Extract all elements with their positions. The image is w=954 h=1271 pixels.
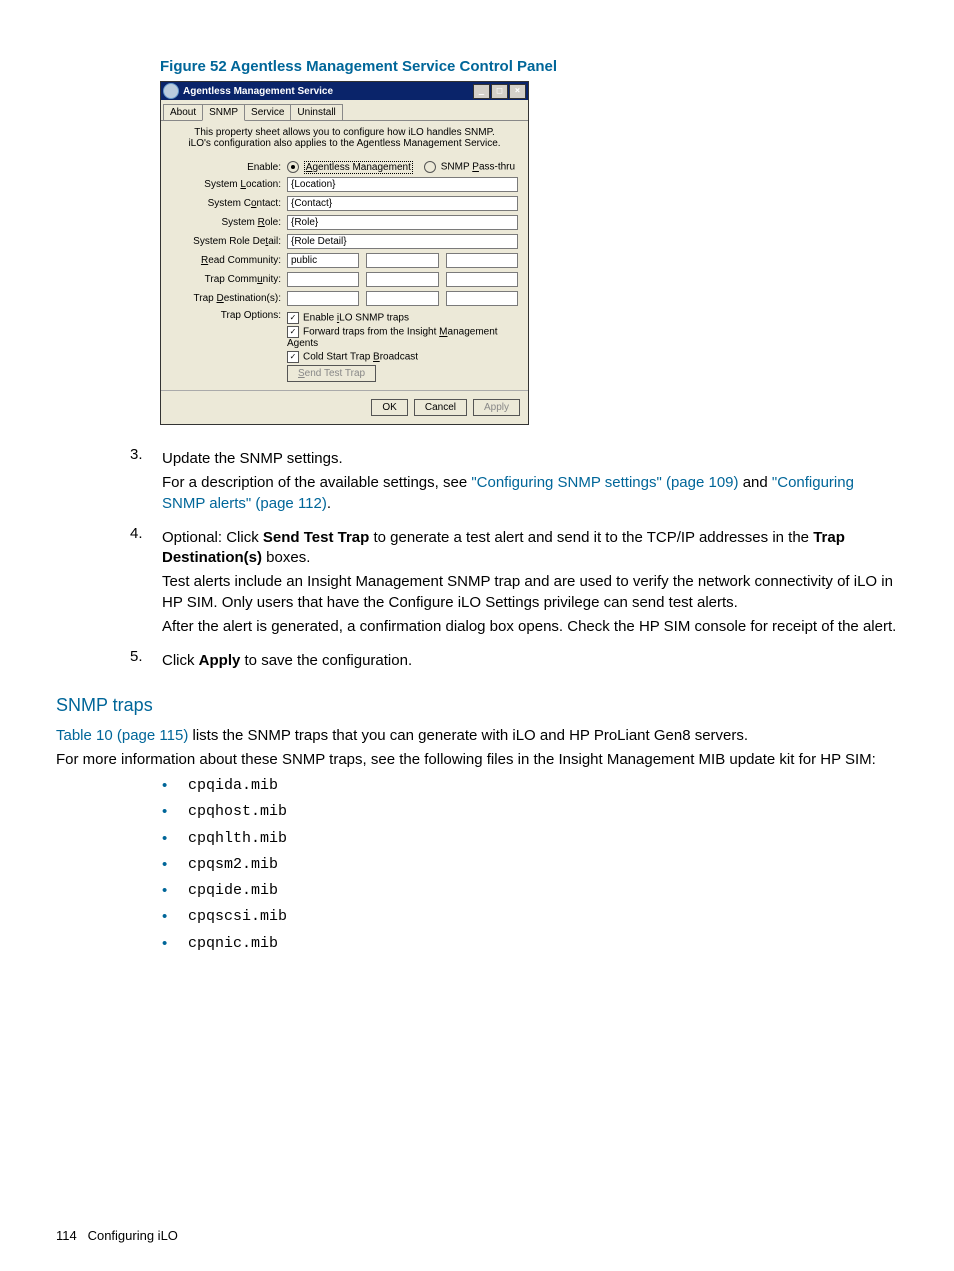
dialog-desc2: iLO's configuration also applies to the … — [171, 138, 518, 149]
step-4-p3: After the alert is generated, a confirma… — [162, 617, 898, 637]
ams-dialog: Agentless Management Service _ □ × About… — [160, 81, 529, 425]
ok-button[interactable]: OK — [371, 399, 407, 416]
tab-snmp[interactable]: SNMP — [202, 104, 245, 121]
radio-passthru-label: SNMP Pass-thru — [441, 162, 515, 173]
step-5-num: 5. — [130, 647, 162, 675]
section-p2: For more information about these SNMP tr… — [56, 750, 898, 770]
step-3-line1: Update the SNMP settings. — [162, 449, 898, 469]
radio-agentless-label: Agentless Management — [304, 161, 413, 174]
trap-community-input-2[interactable] — [366, 272, 438, 287]
trap-dest-input-2[interactable] — [366, 291, 438, 306]
step-3: 3. Update the SNMP settings. For a descr… — [130, 445, 898, 518]
role-detail-label: System Role Detail: — [171, 236, 287, 247]
page-footer: 114 Configuring iLO — [56, 1228, 178, 1243]
section-p1: Table 10 (page 115) lists the SNMP traps… — [56, 726, 898, 746]
mib-item: cpqhlth.mib — [162, 829, 898, 849]
step-5-p1: Click Apply to save the configuration. — [162, 651, 898, 671]
chk-forward[interactable] — [287, 326, 299, 338]
tab-uninstall[interactable]: Uninstall — [290, 104, 342, 120]
step-3-num: 3. — [130, 445, 162, 518]
mib-item: cpqscsi.mib — [162, 907, 898, 927]
footer-label: Configuring iLO — [88, 1228, 178, 1243]
apply-button[interactable]: Apply — [473, 399, 520, 416]
trap-dest-input-1[interactable] — [287, 291, 359, 306]
step-5: 5. Click Apply to save the configuration… — [130, 647, 898, 675]
dialog-footer: OK Cancel Apply — [161, 390, 528, 424]
tab-service[interactable]: Service — [244, 104, 291, 120]
step-4-p2: Test alerts include an Insight Managemen… — [162, 572, 898, 613]
chk-coldstart[interactable] — [287, 351, 299, 363]
read-community-input-2[interactable] — [366, 253, 438, 268]
mib-item: cpqhost.mib — [162, 802, 898, 822]
trap-community-input-1[interactable] — [287, 272, 359, 287]
link-snmp-settings[interactable]: "Configuring SNMP settings" (page 109) — [471, 474, 738, 491]
location-label: System Location: — [171, 179, 287, 190]
minimize-icon[interactable]: _ — [473, 84, 490, 99]
trap-dest-input-3[interactable] — [446, 291, 518, 306]
role-label: System Role: — [171, 217, 287, 228]
location-input[interactable] — [287, 177, 518, 192]
chk-enable-traps[interactable] — [287, 312, 299, 324]
read-community-input-1[interactable] — [287, 253, 359, 268]
send-test-trap-button[interactable]: Send Test Trap — [287, 365, 376, 382]
section-title-snmp-traps: SNMP traps — [56, 693, 898, 717]
contact-input[interactable] — [287, 196, 518, 211]
role-input[interactable] — [287, 215, 518, 230]
trap-community-input-3[interactable] — [446, 272, 518, 287]
tab-strip: About SNMP Service Uninstall — [161, 100, 528, 121]
step-3-line2: For a description of the available setti… — [162, 473, 898, 514]
figure-caption: Figure 52 Agentless Management Service C… — [160, 58, 898, 75]
role-detail-input[interactable] — [287, 234, 518, 249]
enable-row: Enable: Agentless Management SNMP Pass-t… — [171, 161, 518, 173]
enable-label: Enable: — [171, 162, 287, 173]
mib-list: cpqida.mib cpqhost.mib cpqhlth.mib cpqsm… — [162, 776, 898, 954]
chk-forward-label: Forward traps from the Insight Managemen… — [287, 327, 498, 349]
dialog-titlebar: Agentless Management Service _ □ × — [161, 82, 528, 100]
read-community-input-3[interactable] — [446, 253, 518, 268]
contact-label: System Contact: — [171, 198, 287, 209]
cancel-button[interactable]: Cancel — [414, 399, 467, 416]
trap-dest-label: Trap Destination(s): — [171, 293, 287, 304]
trap-options-label: Trap Options: — [171, 310, 287, 384]
mib-item: cpqida.mib — [162, 776, 898, 796]
close-icon[interactable]: × — [509, 84, 526, 99]
page-number: 114 — [56, 1228, 77, 1243]
tab-about[interactable]: About — [163, 104, 203, 120]
mib-item: cpqide.mib — [162, 881, 898, 901]
maximize-icon[interactable]: □ — [491, 84, 508, 99]
radio-agentless[interactable] — [287, 161, 299, 173]
radio-passthru[interactable] — [424, 161, 436, 173]
step-4-p1: Optional: Click Send Test Trap to genera… — [162, 528, 898, 569]
step-4-num: 4. — [130, 524, 162, 641]
read-community-label: Read Community: — [171, 255, 287, 266]
link-table-10[interactable]: Table 10 (page 115) — [56, 727, 188, 744]
dialog-title: Agentless Management Service — [183, 86, 333, 97]
chk-enable-traps-label: Enable iLO SNMP traps — [303, 313, 409, 324]
dialog-body: This property sheet allows you to config… — [161, 121, 528, 390]
trap-community-label: Trap Community: — [171, 274, 287, 285]
chk-coldstart-label: Cold Start Trap Broadcast — [303, 352, 418, 363]
dialog-desc1: This property sheet allows you to config… — [171, 127, 518, 138]
step-4: 4. Optional: Click Send Test Trap to gen… — [130, 524, 898, 641]
mib-item: cpqnic.mib — [162, 934, 898, 954]
mib-item: cpqsm2.mib — [162, 855, 898, 875]
hp-icon — [163, 83, 179, 99]
